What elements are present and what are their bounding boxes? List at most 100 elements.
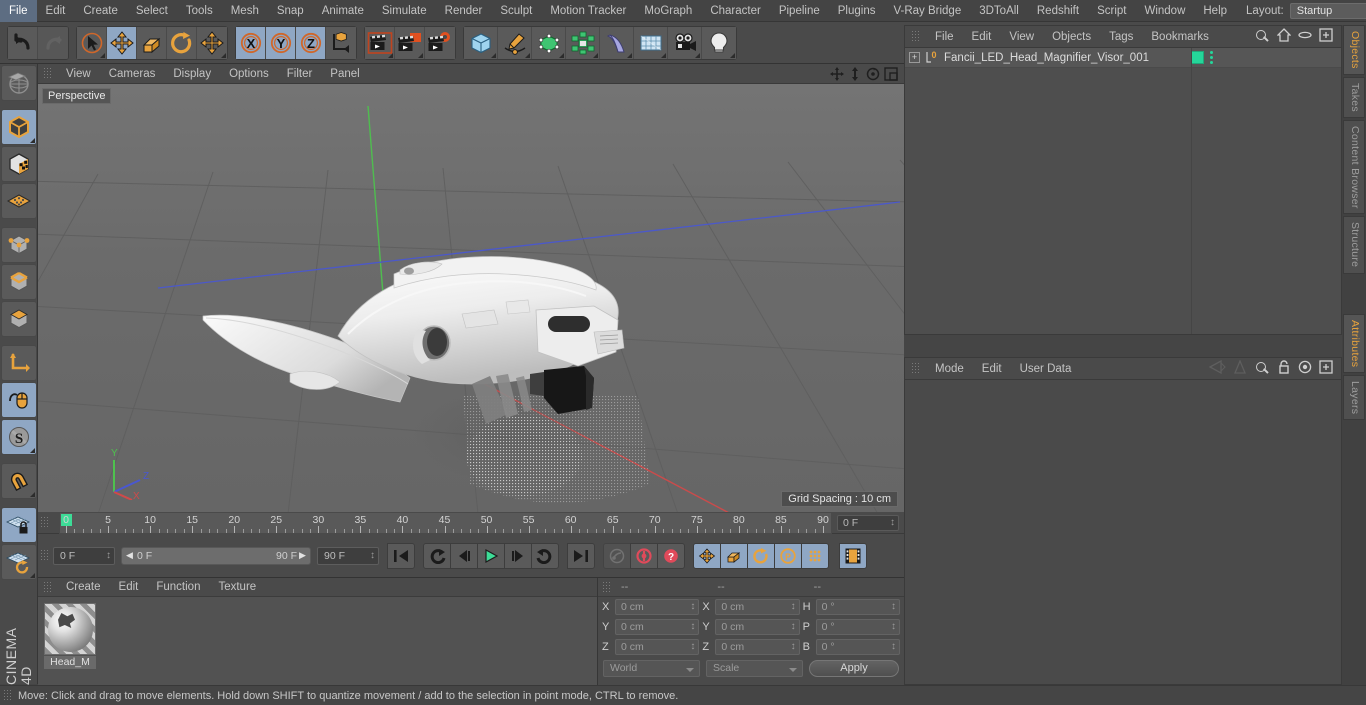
menu-select[interactable]: Select (127, 0, 177, 22)
menu-pipeline[interactable]: Pipeline (770, 0, 829, 22)
material-list[interactable]: Head_M (38, 597, 597, 685)
menu-mesh[interactable]: Mesh (222, 0, 268, 22)
keyframe-selection-icon[interactable]: ? (657, 542, 685, 569)
render-settings-icon[interactable] (425, 26, 455, 59)
tab-structure[interactable]: Structure (1343, 216, 1365, 274)
panel-grip-icon[interactable] (40, 516, 49, 529)
select-live-icon[interactable] (77, 26, 107, 59)
panel-grip-icon[interactable] (40, 549, 49, 562)
coord-field-pos-x[interactable]: 0 cm (615, 599, 700, 615)
axis-modify-icon[interactable] (1, 345, 37, 381)
redo-icon[interactable] (38, 26, 68, 59)
coord-field-pos-y[interactable]: 0 cm (615, 619, 700, 635)
coord-field-size-z[interactable]: 0 cm (715, 639, 800, 655)
rotate-icon[interactable] (167, 26, 197, 59)
tab-content-browser[interactable]: Content Browser (1343, 119, 1365, 215)
menu-snap[interactable]: Snap (268, 0, 313, 22)
polygons-mode-icon[interactable] (1, 301, 37, 337)
panel-grip-icon[interactable] (43, 580, 52, 594)
attribute-menu-user-data[interactable]: User Data (1011, 358, 1081, 380)
menu-plugins[interactable]: Plugins (829, 0, 885, 22)
object-menu-file[interactable]: File (926, 26, 963, 48)
tag-dots-icon[interactable] (1210, 51, 1213, 64)
z-axis-icon[interactable]: Z (296, 26, 326, 59)
menu-motion-tracker[interactable]: Motion Tracker (541, 0, 635, 22)
move-alt-icon[interactable] (197, 26, 227, 59)
coord-field-rot-b[interactable]: 0 ° (815, 639, 900, 655)
range-left-arrow-icon[interactable]: ◀ (124, 550, 135, 561)
material-tag-icon[interactable] (1191, 51, 1204, 64)
timeline-frame-field[interactable]: 0 F (837, 514, 899, 531)
menu-window[interactable]: Window (1135, 0, 1194, 22)
tab-objects[interactable]: Objects (1343, 25, 1365, 75)
polygon-points-grid-icon[interactable] (1, 183, 37, 219)
menu-mograph[interactable]: MoGraph (635, 0, 701, 22)
menu-create[interactable]: Create (74, 0, 127, 22)
coord-field-pos-z[interactable]: 0 cm (615, 639, 700, 655)
viewport-menu-cameras[interactable]: Cameras (100, 63, 165, 85)
next-keyframe-icon[interactable] (531, 542, 559, 569)
scale-icon[interactable] (137, 26, 167, 59)
orbit-icon[interactable] (866, 67, 880, 81)
step-forward-icon[interactable] (504, 542, 532, 569)
menu-file[interactable]: File (0, 0, 37, 22)
viewport-menu-options[interactable]: Options (220, 63, 278, 85)
floor-environment-icon[interactable] (634, 26, 668, 59)
step-back-icon[interactable] (450, 542, 478, 569)
attribute-menu-edit[interactable]: Edit (973, 358, 1011, 380)
search-icon[interactable] (1254, 29, 1270, 45)
panel-grip-icon[interactable] (3, 689, 12, 702)
move-icon[interactable] (107, 26, 137, 59)
key-point-level-icon[interactable] (801, 542, 829, 569)
preview-range-slider[interactable]: ◀ 0 F 90 F ▶ (121, 546, 311, 565)
coord-field-rot-h[interactable]: 0 ° (815, 599, 900, 615)
object-menu-edit[interactable]: Edit (963, 26, 1001, 48)
object-menu-bookmarks[interactable]: Bookmarks (1142, 26, 1218, 48)
history-back-icon[interactable] (1208, 359, 1226, 377)
world-coordinate-icon[interactable] (326, 26, 356, 59)
autokey-icon[interactable] (630, 542, 658, 569)
menu-help[interactable]: Help (1194, 0, 1236, 22)
target-icon[interactable] (1298, 360, 1312, 377)
y-axis-icon[interactable]: Y (266, 26, 296, 59)
go-to-end-icon[interactable] (567, 542, 595, 569)
menu-render[interactable]: Render (436, 0, 492, 22)
object-menu-objects[interactable]: Objects (1043, 26, 1100, 48)
layout-dropdown[interactable]: Startup (1289, 2, 1366, 19)
tab-takes[interactable]: Takes (1343, 76, 1365, 118)
array-deformer-icon[interactable] (566, 26, 600, 59)
workplane-rotate-icon[interactable] (1, 544, 37, 580)
viewport-menu-panel[interactable]: Panel (321, 63, 368, 85)
key-position-icon[interactable] (693, 542, 721, 569)
object-row-fancii-visor[interactable]: + 0 Fancii_LED_Head_Magnifier_Visor_001 (905, 48, 1341, 68)
coord-system-dropdown[interactable]: World (603, 660, 700, 677)
object-menu-tags[interactable]: Tags (1100, 26, 1142, 48)
snap-s-icon[interactable]: S (1, 419, 37, 455)
timeline-filmstrip-icon[interactable] (839, 542, 867, 569)
material-item[interactable]: Head_M (44, 603, 96, 669)
tab-layers[interactable]: Layers (1343, 375, 1365, 421)
add-layer-icon[interactable] (1319, 28, 1333, 45)
coord-field-size-x[interactable]: 0 cm (715, 599, 800, 615)
previous-keyframe-icon[interactable] (423, 542, 451, 569)
coord-field-rot-p[interactable]: 0 ° (815, 619, 900, 635)
menu-sculpt[interactable]: Sculpt (491, 0, 541, 22)
menu-redshift[interactable]: Redshift (1028, 0, 1088, 22)
magnet-icon[interactable] (1, 463, 37, 499)
camera-icon[interactable] (668, 26, 702, 59)
texture-mode-icon[interactable] (1, 146, 37, 182)
menu-edit[interactable]: Edit (37, 0, 75, 22)
material-menu-texture[interactable]: Texture (209, 576, 265, 598)
viewport-solo-mouse-icon[interactable] (1, 382, 37, 418)
attribute-menu-mode[interactable]: Mode (926, 358, 973, 380)
play-icon[interactable] (477, 542, 505, 569)
maximize-view-icon[interactable] (884, 66, 898, 81)
coord-field-size-y[interactable]: 0 cm (715, 619, 800, 635)
apply-button[interactable]: Apply (809, 660, 899, 677)
panel-grip-icon[interactable] (43, 67, 52, 80)
material-menu-edit[interactable]: Edit (110, 576, 148, 598)
light-icon[interactable] (702, 26, 736, 59)
menu-3dtoall[interactable]: 3DToAll (970, 0, 1028, 22)
menu-character[interactable]: Character (701, 0, 770, 22)
key-parameter-icon[interactable]: P (774, 542, 802, 569)
